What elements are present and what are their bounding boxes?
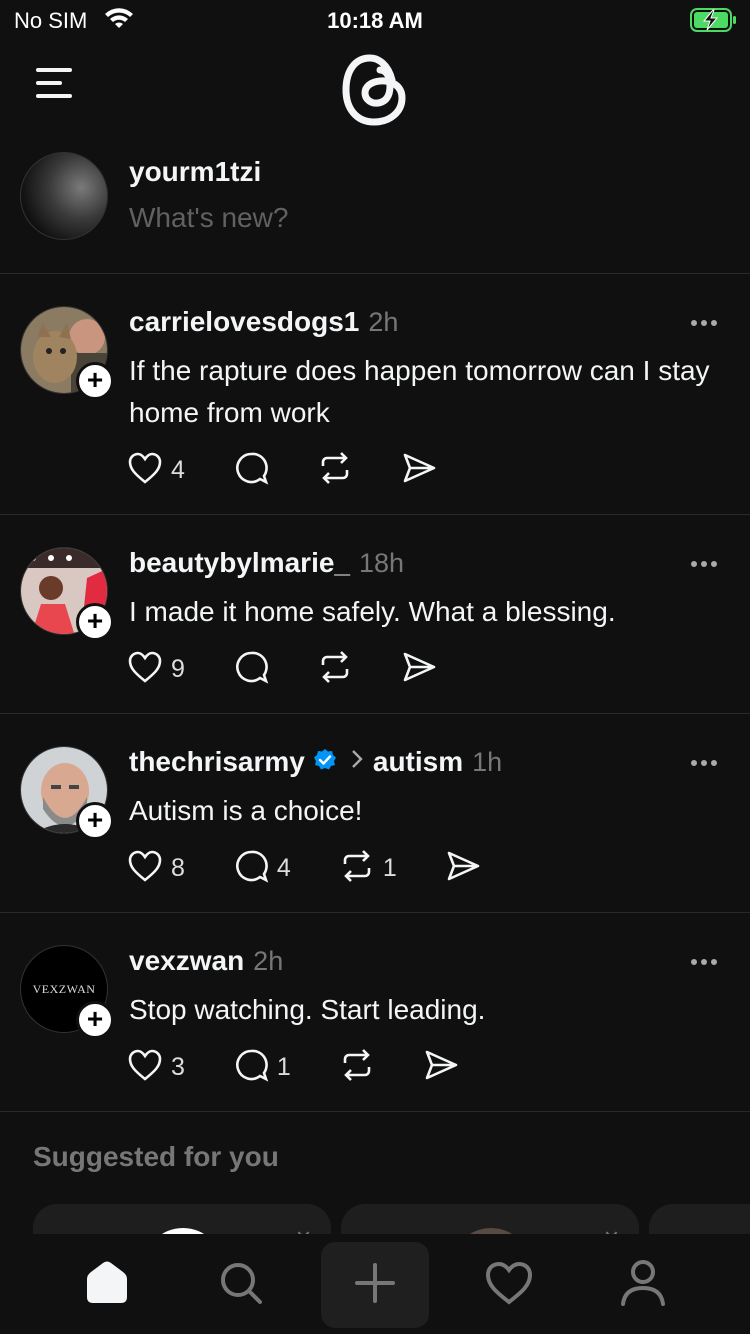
follow-button[interactable]: + <box>76 603 114 641</box>
heart-icon <box>127 650 163 689</box>
share-button[interactable] <box>401 649 437 690</box>
reply-count: 4 <box>276 854 291 882</box>
suggested-title: Suggested for you <box>33 1141 279 1172</box>
repost-icon <box>339 1047 375 1088</box>
send-icon <box>401 450 437 491</box>
send-icon <box>445 848 481 889</box>
post-actions: 4 <box>127 450 485 491</box>
more-options-icon[interactable] <box>690 314 718 332</box>
avatar[interactable] <box>20 152 108 240</box>
repost-button[interactable]: 1 <box>339 848 397 889</box>
reply-button[interactable] <box>233 649 269 690</box>
avatar[interactable]: VEXZWAN + <box>20 945 114 1039</box>
post-time: 2h <box>253 945 284 976</box>
comment-icon <box>233 450 269 491</box>
profile-icon <box>619 1258 667 1313</box>
avatar-logo-text: VEXZWAN <box>32 981 96 996</box>
chevron-right-icon <box>351 748 363 776</box>
like-count: 4 <box>171 456 185 484</box>
repost-icon <box>317 450 353 491</box>
thread-post[interactable]: + thechrisarmy autism 1h Autism is a cho… <box>0 714 750 913</box>
post-time: 1h <box>472 746 503 777</box>
thread-post[interactable]: + carrielovesdogs1 2h If the rapture doe… <box>0 274 750 515</box>
post-username[interactable]: vexzwan <box>129 945 244 977</box>
heart-icon <box>127 451 163 490</box>
search-icon <box>217 1259 265 1312</box>
battery-charging-icon <box>690 7 738 38</box>
repost-icon <box>339 848 375 889</box>
post-actions: 8 4 1 <box>127 848 529 889</box>
avatar[interactable]: + <box>20 306 114 400</box>
post-text: Stop watching. Start leading. <box>129 994 486 1025</box>
more-options-icon[interactable] <box>690 555 718 573</box>
like-count: 3 <box>171 1053 185 1081</box>
send-icon <box>401 649 437 690</box>
more-options-icon[interactable] <box>690 754 718 772</box>
share-button[interactable] <box>401 450 437 491</box>
follow-button[interactable]: + <box>76 802 114 840</box>
share-button[interactable] <box>445 848 481 889</box>
like-count: 8 <box>171 854 185 882</box>
share-button[interactable] <box>423 1047 459 1088</box>
post-time: 2h <box>368 306 399 337</box>
like-count: 9 <box>171 655 185 683</box>
post-text: Autism is a choice! <box>129 795 363 826</box>
tab-profile[interactable] <box>593 1242 693 1328</box>
repost-button[interactable] <box>339 1047 375 1088</box>
post-text: If the rapture does happen tomorrow can … <box>129 355 710 428</box>
like-button[interactable]: 8 <box>127 849 185 888</box>
reply-button[interactable] <box>233 450 269 491</box>
heart-icon <box>127 1048 163 1087</box>
reply-button[interactable]: 1 <box>233 1047 291 1088</box>
reply-button[interactable]: 4 <box>233 848 291 889</box>
comment-icon <box>233 1047 269 1088</box>
post-time: 18h <box>359 547 405 578</box>
like-button[interactable]: 9 <box>127 650 185 689</box>
thread-post[interactable]: VEXZWAN + vexzwan 2h Stop watching. Star… <box>0 913 750 1112</box>
new-thread-composer[interactable]: yourm1tzi What's new? <box>0 140 750 274</box>
repost-icon <box>317 649 353 690</box>
verified-badge-icon <box>313 748 337 777</box>
comment-icon <box>233 848 269 889</box>
post-actions: 9 <box>127 649 485 690</box>
post-text: I made it home safely. What a blessing. <box>129 596 616 627</box>
status-time: 10:18 AM <box>327 8 423 33</box>
heart-icon <box>484 1260 534 1311</box>
bottom-tab-bar <box>0 1234 750 1334</box>
tab-activity[interactable] <box>459 1242 559 1328</box>
post-username[interactable]: thechrisarmy <box>129 746 305 778</box>
reply-count: 1 <box>276 1053 291 1081</box>
tab-create[interactable] <box>321 1242 429 1328</box>
heart-icon <box>127 849 163 888</box>
threads-logo[interactable] <box>340 50 410 135</box>
composer-input[interactable]: What's new? <box>129 202 288 234</box>
avatar[interactable]: + <box>20 746 114 840</box>
repost-count: 1 <box>382 854 397 882</box>
tab-home[interactable] <box>57 1242 157 1328</box>
home-icon <box>83 1259 131 1312</box>
post-username[interactable]: carrielovesdogs1 <box>129 306 359 338</box>
thread-post[interactable]: + beautybylmarie_ 18h I made it home saf… <box>0 515 750 714</box>
menu-icon[interactable] <box>36 68 76 100</box>
repost-button[interactable] <box>317 649 353 690</box>
topic-tag[interactable]: autism <box>373 746 463 778</box>
like-button[interactable]: 3 <box>127 1048 185 1087</box>
plus-icon <box>353 1261 397 1310</box>
comment-icon <box>233 649 269 690</box>
status-bar: No SIM 10:18 AM <box>0 0 750 40</box>
more-options-icon[interactable] <box>690 953 718 971</box>
post-actions: 3 1 <box>127 1047 507 1088</box>
like-button[interactable]: 4 <box>127 451 185 490</box>
composer-username: yourm1tzi <box>129 156 262 187</box>
post-username[interactable]: beautybylmarie_ <box>129 547 350 579</box>
repost-button[interactable] <box>317 450 353 491</box>
follow-button[interactable]: + <box>76 1001 114 1039</box>
tab-search[interactable] <box>191 1242 291 1328</box>
send-icon <box>423 1047 459 1088</box>
top-navigation <box>0 40 750 140</box>
avatar[interactable]: + <box>20 547 114 641</box>
follow-button[interactable]: + <box>76 362 114 400</box>
